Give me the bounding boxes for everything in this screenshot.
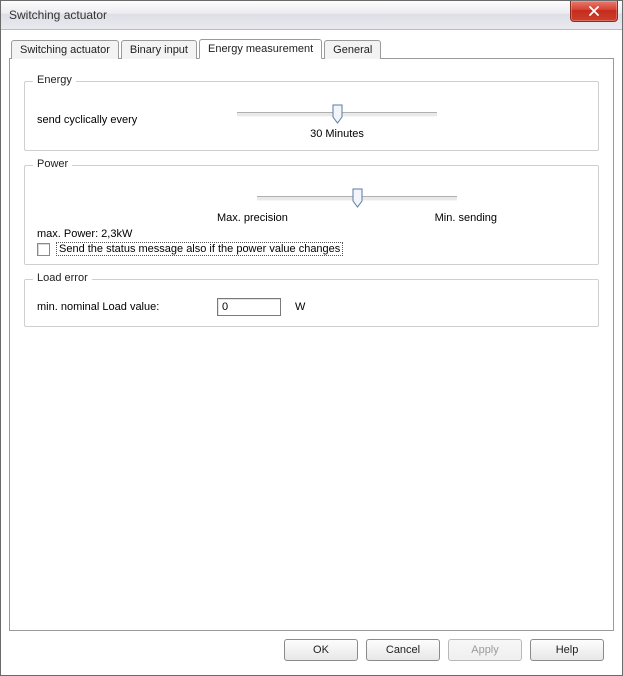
close-button[interactable] bbox=[570, 1, 618, 22]
energy-slider-thumb[interactable] bbox=[332, 104, 342, 124]
power-checkbox-row: Send the status message also if the powe… bbox=[37, 242, 586, 256]
energy-send-label: send cyclically every bbox=[37, 114, 237, 126]
load-error-input[interactable] bbox=[217, 298, 281, 316]
dialog-window: Switching actuator Switching actuator Bi… bbox=[0, 0, 623, 676]
power-status-checkbox[interactable] bbox=[37, 243, 50, 256]
tabstrip: Switching actuator Binary input Energy m… bbox=[9, 38, 614, 58]
group-load-error-legend: Load error bbox=[33, 272, 92, 284]
energy-row: send cyclically every 30 Minutes bbox=[37, 100, 586, 140]
tab-page: Energy send cyclically every 30 Mi bbox=[9, 58, 614, 631]
group-energy: Energy send cyclically every 30 Mi bbox=[24, 81, 599, 151]
tab-energy-measurement[interactable]: Energy measurement bbox=[199, 39, 322, 59]
tab-general[interactable]: General bbox=[324, 40, 381, 59]
power-max-label: max. Power: 2,3kW bbox=[37, 228, 586, 240]
group-energy-legend: Energy bbox=[33, 74, 76, 86]
power-status-checkbox-label: Send the status message also if the powe… bbox=[56, 242, 343, 256]
group-load-error: Load error min. nominal Load value: W bbox=[24, 279, 599, 327]
help-button[interactable]: Help bbox=[530, 639, 604, 661]
power-left-label: Max. precision bbox=[217, 212, 288, 224]
group-power: Power Max. precision Min. sending bbox=[24, 165, 599, 265]
load-error-unit: W bbox=[295, 301, 305, 313]
power-slider[interactable] bbox=[257, 184, 457, 210]
client-area: Switching actuator Binary input Energy m… bbox=[1, 30, 622, 675]
button-bar: OK Cancel Apply Help bbox=[9, 631, 614, 671]
titlebar: Switching actuator bbox=[1, 1, 622, 30]
apply-button[interactable]: Apply bbox=[448, 639, 522, 661]
window-title: Switching actuator bbox=[9, 8, 107, 22]
tab-switching-actuator[interactable]: Switching actuator bbox=[11, 40, 119, 59]
power-slider-thumb[interactable] bbox=[352, 188, 362, 208]
energy-slider[interactable] bbox=[237, 100, 437, 126]
group-power-legend: Power bbox=[33, 158, 72, 170]
power-right-label: Min. sending bbox=[435, 212, 497, 224]
close-icon bbox=[588, 6, 600, 16]
load-error-row: min. nominal Load value: W bbox=[37, 298, 586, 316]
load-error-label: min. nominal Load value: bbox=[37, 301, 217, 313]
power-slider-labels: Max. precision Min. sending bbox=[217, 212, 497, 224]
energy-value-label: 30 Minutes bbox=[237, 128, 437, 140]
cancel-button[interactable]: Cancel bbox=[366, 639, 440, 661]
ok-button[interactable]: OK bbox=[284, 639, 358, 661]
tab-binary-input[interactable]: Binary input bbox=[121, 40, 197, 59]
